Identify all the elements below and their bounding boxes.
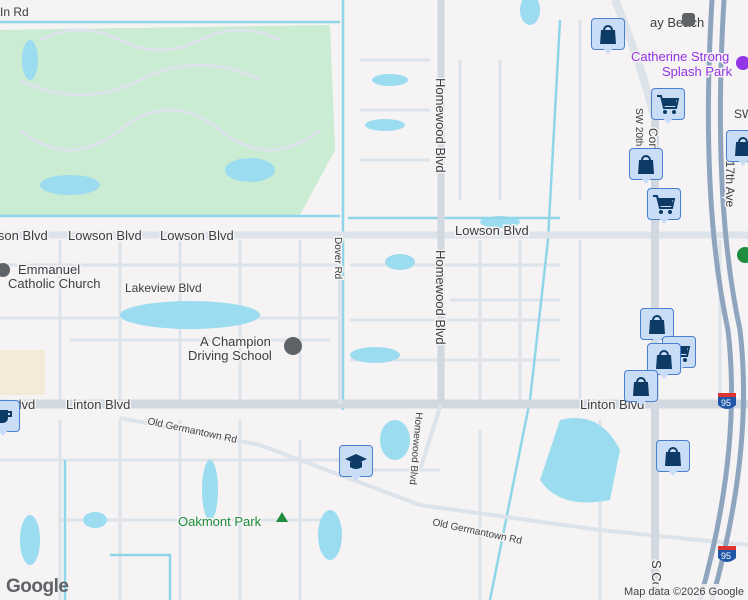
place-label-oakmont-park[interactable]: Oakmont Park <box>177 513 264 531</box>
place-label-catherine-strong[interactable]: Catherine Strong <box>630 48 731 66</box>
place-pin-icon[interactable] <box>737 247 748 263</box>
road-label-old-germantown: Old Germantown Rd <box>431 517 522 547</box>
marker-pointer <box>657 371 671 379</box>
school-block <box>0 350 45 395</box>
shopping-cart-marker[interactable] <box>651 88 685 128</box>
road-label-dover: Dover Rd <box>332 237 343 279</box>
place-label-delray: ay Beach <box>650 15 704 30</box>
marker-pointer <box>661 116 675 124</box>
road-label-homewood: Homewood Blvd <box>407 412 424 485</box>
marker-pointer <box>349 473 363 481</box>
train-station-icon[interactable] <box>682 13 695 26</box>
marker-pointer <box>657 216 671 224</box>
road-label: SW <box>734 107 748 121</box>
shopping-bag-marker[interactable] <box>629 148 663 188</box>
shopping-bag-marker[interactable] <box>591 18 625 58</box>
place-label-champion[interactable]: Driving School <box>187 347 274 365</box>
place-label-emmanuel[interactable]: Emmanuel <box>17 261 82 279</box>
map-attribution[interactable]: Map data ©2026 Google <box>619 584 748 600</box>
road-label-lakeview: Lakeview Blvd <box>125 281 202 295</box>
road-label-congress: Con <box>646 128 660 150</box>
shopping-bag-marker[interactable] <box>624 370 658 410</box>
interstate-95 <box>697 0 746 600</box>
place-pin-icon[interactable] <box>284 337 302 355</box>
marker-pointer <box>736 158 748 166</box>
road-label-homewood: Homewood Blvd <box>433 250 448 345</box>
park-pin-icon[interactable] <box>736 56 748 70</box>
road-label-homewood: Homewood Blvd <box>433 78 448 173</box>
park-tree-icon[interactable] <box>276 512 288 522</box>
google-logo: Google <box>6 576 69 597</box>
svg-text:95: 95 <box>721 398 731 408</box>
marker-pointer <box>601 46 615 54</box>
road-label-lowson: Lowson Blvd <box>160 228 234 243</box>
road-label-lowson: lson Blvd <box>0 228 48 243</box>
shopping-bag-marker[interactable] <box>656 440 690 480</box>
shopping-cart-marker[interactable] <box>647 188 681 228</box>
place-label-champion[interactable]: A Champion <box>199 333 273 351</box>
road-label-old-germantown: Old Germantown Rd <box>146 416 237 446</box>
marker-pointer <box>0 428 10 436</box>
road-label-lowson: Lowson Blvd <box>68 228 142 243</box>
road-label-lowson: Lowson Blvd <box>455 223 529 238</box>
shopping-bag-marker[interactable] <box>726 130 748 170</box>
road-label-sw20: SW 20th <box>633 108 644 146</box>
road-label: In Rd <box>0 5 29 19</box>
svg-text:95: 95 <box>721 551 731 561</box>
map-canvas[interactable]: 95 95 In Rd lson Blvd Lowson Blvd Lowson… <box>0 0 748 600</box>
marker-pointer <box>666 468 680 476</box>
place-label-catherine-strong[interactable]: Splash Park <box>661 63 735 81</box>
marker-pointer <box>634 398 648 406</box>
marker-pointer <box>639 176 653 184</box>
coffee-marker[interactable] <box>0 400 20 440</box>
road-label-linton: Linton Blvd <box>66 397 130 412</box>
school-marker[interactable] <box>339 445 373 485</box>
place-label-emmanuel[interactable]: Catholic Church <box>7 275 103 293</box>
